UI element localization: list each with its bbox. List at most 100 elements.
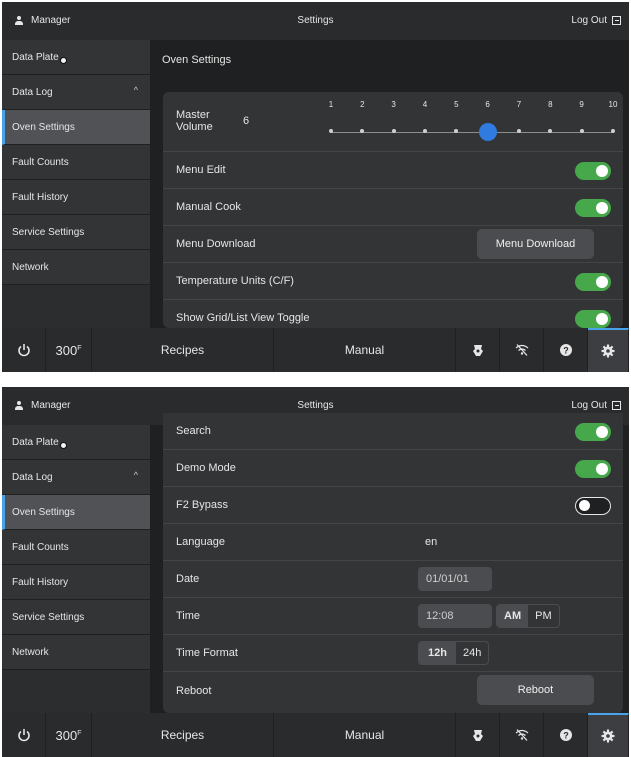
sidebar-item-fault-counts[interactable]: Fault Counts: [2, 145, 150, 180]
volume-scale-label: 5: [454, 100, 459, 109]
sidebar-item-data-plate[interactable]: Data Plate: [2, 40, 150, 75]
logout-icon: [612, 401, 621, 410]
volume-step-dot[interactable]: [329, 129, 333, 133]
manual-tab[interactable]: Manual: [274, 713, 456, 757]
reboot-button[interactable]: Reboot: [477, 675, 594, 705]
volume-scale-label: 7: [516, 100, 522, 109]
master-volume-row: Master Volume 6 1 2 3 4 5 6 7 8 9 10: [163, 92, 623, 152]
time-row: Time 12:08 AM PM: [163, 598, 623, 635]
sidebar-item-fault-history[interactable]: Fault History: [2, 565, 150, 600]
volume-step-dot[interactable]: [360, 129, 365, 133]
temperature-display[interactable]: 300 F: [46, 328, 92, 372]
am-option[interactable]: AM: [497, 605, 529, 627]
svg-text:?: ?: [563, 346, 569, 356]
logout-button[interactable]: Log Out: [571, 400, 621, 411]
settings-content: Oven Settings Master Volume 6 1 2 3 4 5 6 7 8 9 1…: [150, 40, 629, 337]
settings-content: Search Demo Mode F2 Bypass Language en D…: [150, 413, 629, 713]
sidebar-item-oven-settings[interactable]: Oven Settings: [2, 110, 150, 145]
f2-bypass-toggle[interactable]: [575, 497, 611, 515]
settings-button[interactable]: [588, 713, 629, 757]
cleaning-button[interactable]: [456, 328, 500, 372]
sidebar-item-label: Service Settings: [12, 226, 85, 238]
sidebar-item-oven-settings[interactable]: Oven Settings: [2, 495, 150, 530]
power-icon: [17, 729, 30, 742]
master-volume-label: Master Volume: [176, 109, 213, 133]
sidebar-item-service-settings[interactable]: Service Settings: [2, 600, 150, 635]
menu-download-label: Menu Download: [176, 238, 256, 250]
volume-scale-label: 9: [579, 100, 584, 109]
wifi-button[interactable]: [500, 328, 544, 372]
volume-step-dot[interactable]: [579, 129, 584, 133]
logout-button[interactable]: Log Out: [571, 15, 621, 26]
volume-step-dot[interactable]: [548, 129, 553, 133]
date-field[interactable]: 01/01/01: [418, 567, 492, 591]
volume-step-dot[interactable]: [454, 129, 459, 133]
settings-gear-icon: [601, 729, 615, 743]
search-label: Search: [176, 425, 211, 437]
help-button[interactable]: ?: [544, 713, 588, 757]
menu-edit-toggle[interactable]: [575, 162, 611, 180]
24h-option[interactable]: 24h: [456, 642, 488, 664]
sidebar-item-fault-history[interactable]: Fault History: [2, 180, 150, 215]
volume-scale-label: 3: [391, 100, 396, 109]
sidebar-item-label: Network: [12, 646, 49, 658]
sidebar-item-fault-counts[interactable]: Fault Counts: [2, 530, 150, 565]
time-format-label: Time Format: [176, 647, 238, 659]
demo-mode-label: Demo Mode: [176, 462, 236, 474]
menu-download-row: Menu Download Menu Download: [163, 226, 623, 263]
12h-option[interactable]: 12h: [419, 642, 456, 664]
recipes-label: Recipes: [160, 728, 205, 742]
temperature-display[interactable]: 300 F: [46, 713, 92, 757]
logout-icon: [612, 16, 621, 25]
recipes-tab[interactable]: Recipes: [92, 328, 274, 372]
sidebar-item-network[interactable]: Network: [2, 635, 150, 670]
manual-cook-toggle[interactable]: [575, 199, 611, 217]
cleaning-icon: [472, 345, 483, 356]
power-button[interactable]: [2, 328, 46, 372]
time-field[interactable]: 12:08: [418, 604, 492, 628]
volume-scale-label: 6: [485, 100, 490, 109]
help-button[interactable]: ?: [544, 328, 588, 372]
sidebar-item-label: Data Log: [12, 86, 53, 98]
sidebar-item-data-plate[interactable]: Data Plate: [2, 425, 150, 460]
f2-bypass-label: F2 Bypass: [176, 499, 228, 511]
sidebar: Data Plate Data Log ^ Oven Settings Faul…: [2, 425, 150, 713]
grid-list-view-toggle[interactable]: [575, 310, 611, 328]
sidebar-item-data-log[interactable]: Data Log ^: [2, 75, 150, 110]
menu-download-button[interactable]: Menu Download: [477, 229, 594, 259]
temperature-value: 300: [55, 342, 78, 358]
volume-step-dot[interactable]: [391, 129, 396, 133]
manual-label: Manual: [344, 728, 385, 742]
pm-option[interactable]: PM: [528, 605, 559, 627]
cleaning-button[interactable]: [456, 713, 500, 757]
wifi-off-icon: [515, 729, 528, 741]
settings-button[interactable]: [588, 328, 629, 372]
pointer-cursor-icon: [59, 56, 67, 64]
volume-step-dot[interactable]: [611, 129, 615, 133]
am-pm-selector: AM PM: [496, 604, 560, 628]
wifi-button[interactable]: [500, 713, 544, 757]
language-row: Language en: [163, 524, 623, 561]
volume-scale-label: 2: [360, 100, 365, 109]
date-label: Date: [176, 573, 200, 585]
power-button[interactable]: [2, 713, 46, 757]
search-toggle[interactable]: [575, 423, 611, 441]
sidebar-item-network[interactable]: Network: [2, 250, 150, 285]
demo-mode-toggle[interactable]: [575, 460, 611, 478]
page-title: Settings: [297, 15, 334, 26]
volume-slider-knob[interactable]: [478, 123, 497, 141]
search-row: Search: [163, 413, 623, 450]
manual-tab[interactable]: Manual: [274, 328, 456, 372]
volume-step-dot[interactable]: [423, 129, 427, 133]
sidebar-item-service-settings[interactable]: Service Settings: [2, 215, 150, 250]
pointer-cursor-icon: [59, 441, 67, 449]
sidebar-item-data-log[interactable]: Data Log ^: [2, 460, 150, 495]
volume-slider-track[interactable]: [331, 132, 613, 133]
help-icon: ?: [559, 344, 572, 356]
language-value[interactable]: en: [425, 536, 437, 548]
recipes-tab[interactable]: Recipes: [92, 713, 274, 757]
volume-step-dot[interactable]: [517, 129, 521, 133]
manual-cook-label: Manual Cook: [176, 201, 241, 213]
settings-panel: Master Volume 6 1 2 3 4 5 6 7 8 9 10 Menu Edit Ma…: [163, 92, 623, 337]
temperature-units-toggle[interactable]: [575, 273, 611, 291]
